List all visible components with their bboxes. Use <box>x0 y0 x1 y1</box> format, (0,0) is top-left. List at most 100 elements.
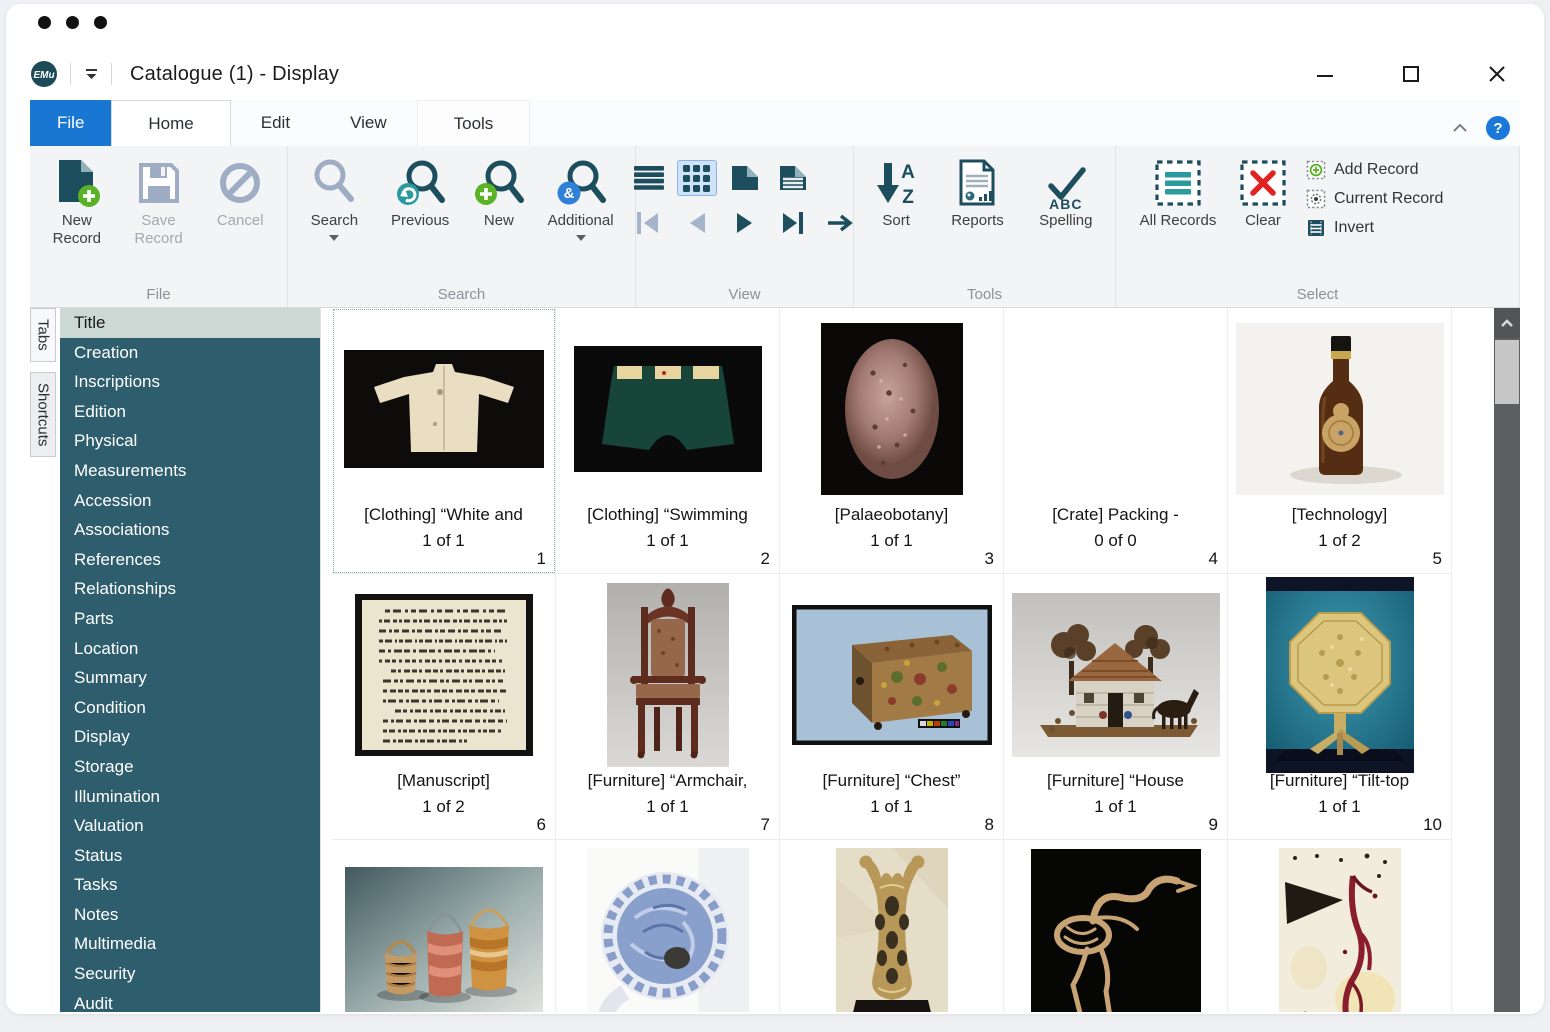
sidebar-vertical-tab[interactable]: Tabs <box>30 308 56 362</box>
record-cell[interactable] <box>1228 840 1452 1012</box>
record-grid: [Clothing] “White and 1 of 1 1 [Clothing… <box>332 308 1494 1012</box>
add-record-button[interactable]: Add Record <box>1306 160 1443 180</box>
minimize-button[interactable] <box>1310 59 1340 89</box>
sidebar-item[interactable]: Storage <box>60 752 320 782</box>
tab-tools[interactable]: Tools <box>417 100 531 146</box>
record-cell[interactable] <box>332 840 556 1012</box>
new-record-button[interactable]: New Record <box>36 154 118 248</box>
record-cell[interactable]: [Clothing] “Swimming 1 of 1 2 <box>556 308 780 574</box>
record-cell[interactable] <box>780 840 1004 1012</box>
close-button[interactable] <box>1482 59 1512 89</box>
tab-list-sidebar: Title Creation Inscriptions Edition Phys… <box>60 308 320 1012</box>
invert-selection-icon <box>1306 218 1326 238</box>
record-cell[interactable] <box>556 840 780 1012</box>
record-cell[interactable]: [Crate] Packing - 0 of 0 4 <box>1004 308 1228 574</box>
sidebar-item[interactable]: Security <box>60 959 320 989</box>
scrollbar-thumb[interactable] <box>1495 340 1519 404</box>
emu-logo-icon: EMu <box>30 60 58 88</box>
additional-search-button[interactable]: & Additional <box>535 154 627 241</box>
maximize-button[interactable] <box>1396 59 1426 89</box>
record-cell[interactable]: [Palaeobotany] 1 of 1 3 <box>780 308 1004 574</box>
sidebar-item[interactable]: Summary <box>60 663 320 693</box>
previous-record-button[interactable] <box>677 206 717 240</box>
tab-file[interactable]: File <box>30 100 111 146</box>
grid-view-button[interactable] <box>677 160 717 196</box>
record-cell[interactable]: [Furniture] “Tilt-top 1 of 1 10 <box>1228 574 1452 840</box>
sidebar-item[interactable]: Title <box>60 308 320 338</box>
details-view-button[interactable] <box>773 160 813 196</box>
sidebar-item[interactable]: Location <box>60 634 320 664</box>
sidebar-item[interactable]: Illumination <box>60 782 320 812</box>
sidebar-item[interactable]: Notes <box>60 900 320 930</box>
current-record-button[interactable]: Current Record <box>1306 189 1443 209</box>
sidebar-item[interactable]: Associations <box>60 515 320 545</box>
record-cell[interactable]: [Manuscript] 1 of 2 6 <box>332 574 556 840</box>
clear-button[interactable]: Clear <box>1224 154 1302 230</box>
tab-view[interactable]: View <box>320 100 417 146</box>
sidebar-item[interactable]: Tasks <box>60 870 320 900</box>
first-record-button[interactable] <box>629 206 669 240</box>
list-view-icon <box>634 165 664 191</box>
sidebar-item[interactable]: Parts <box>60 604 320 634</box>
sidebar-item[interactable]: Physical <box>60 426 320 456</box>
sidebar-item[interactable]: References <box>60 545 320 575</box>
cancel-icon <box>217 160 263 206</box>
sort-button[interactable]: A Z Sort <box>864 154 928 230</box>
all-records-button[interactable]: All Records <box>1132 154 1224 230</box>
record-index: 7 <box>761 815 770 835</box>
sidebar-item[interactable]: Creation <box>60 338 320 368</box>
record-cell[interactable]: [Furniture] “Armchair, 1 of 1 7 <box>556 574 780 840</box>
group-label-search: Search <box>288 286 635 303</box>
search-button[interactable]: Search <box>296 154 372 241</box>
tab-home[interactable]: Home <box>111 100 230 146</box>
quick-access-dropdown-icon[interactable] <box>83 67 99 81</box>
list-view-button[interactable] <box>629 160 669 196</box>
sidebar-item[interactable]: Accession <box>60 486 320 516</box>
sidebar-item[interactable]: Valuation <box>60 811 320 841</box>
page-view-button[interactable] <box>725 160 765 196</box>
record-thumbnail <box>780 582 1003 768</box>
record-count: 1 of 1 <box>332 528 555 554</box>
record-count: 1 of 1 <box>780 528 1003 554</box>
record-index: 8 <box>985 815 994 835</box>
previous-search-button[interactable]: Previous <box>377 154 463 230</box>
additional-search-icon: & <box>555 157 607 209</box>
help-icon[interactable]: ? <box>1486 116 1510 140</box>
sidebar-item[interactable]: Multimedia <box>60 929 320 959</box>
reports-button[interactable]: Reports <box>936 154 1018 230</box>
save-record-button[interactable]: Save Record <box>118 154 200 248</box>
record-caption: [Crate] Packing - <box>1004 502 1227 528</box>
sidebar-item[interactable]: Relationships <box>60 574 320 604</box>
window-frame: EMu Catalogue (1) - Display <box>6 4 1544 1014</box>
chrome-dot <box>38 16 51 29</box>
scrollbar-up-icon[interactable] <box>1494 308 1520 338</box>
record-cell[interactable]: [Furniture] “Chest” 1 of 1 8 <box>780 574 1004 840</box>
last-record-button[interactable] <box>773 206 813 240</box>
record-cell[interactable]: [Furniture] “House 1 of 1 9 <box>1004 574 1228 840</box>
record-cell[interactable] <box>1004 840 1228 1012</box>
group-label-view: View <box>636 286 853 303</box>
sidebar-item[interactable]: Audit <box>60 989 320 1012</box>
record-caption: [Furniture] “Armchair, <box>556 768 779 794</box>
record-cell[interactable]: [Clothing] “White and 1 of 1 1 <box>332 308 556 574</box>
record-cell[interactable]: [Technology] 1 of 2 5 <box>1228 308 1452 574</box>
sidebar-item[interactable]: Condition <box>60 693 320 723</box>
record-thumbnail <box>1228 582 1451 768</box>
sidebar-item[interactable]: Edition <box>60 397 320 427</box>
new-search-button[interactable]: New <box>468 154 530 230</box>
sidebar-item[interactable]: Display <box>60 722 320 752</box>
ribbon-group-search: Search Previous <box>288 146 636 307</box>
sidebar-item[interactable]: Inscriptions <box>60 367 320 397</box>
sidebar-vertical-tab[interactable]: Shortcuts <box>30 372 56 457</box>
cancel-button[interactable]: Cancel <box>199 154 281 230</box>
invert-selection-button[interactable]: Invert <box>1306 218 1443 238</box>
collapse-ribbon-icon[interactable] <box>1452 123 1468 133</box>
sidebar-item[interactable]: Status <box>60 841 320 871</box>
tab-edit[interactable]: Edit <box>231 100 320 146</box>
record-thumbnail <box>780 316 1003 502</box>
vertical-scrollbar[interactable] <box>1494 308 1520 1012</box>
sidebar-splitter[interactable] <box>320 308 332 1012</box>
next-record-button[interactable] <box>725 206 765 240</box>
spelling-button[interactable]: ABC Spelling <box>1027 154 1105 230</box>
sidebar-item[interactable]: Measurements <box>60 456 320 486</box>
